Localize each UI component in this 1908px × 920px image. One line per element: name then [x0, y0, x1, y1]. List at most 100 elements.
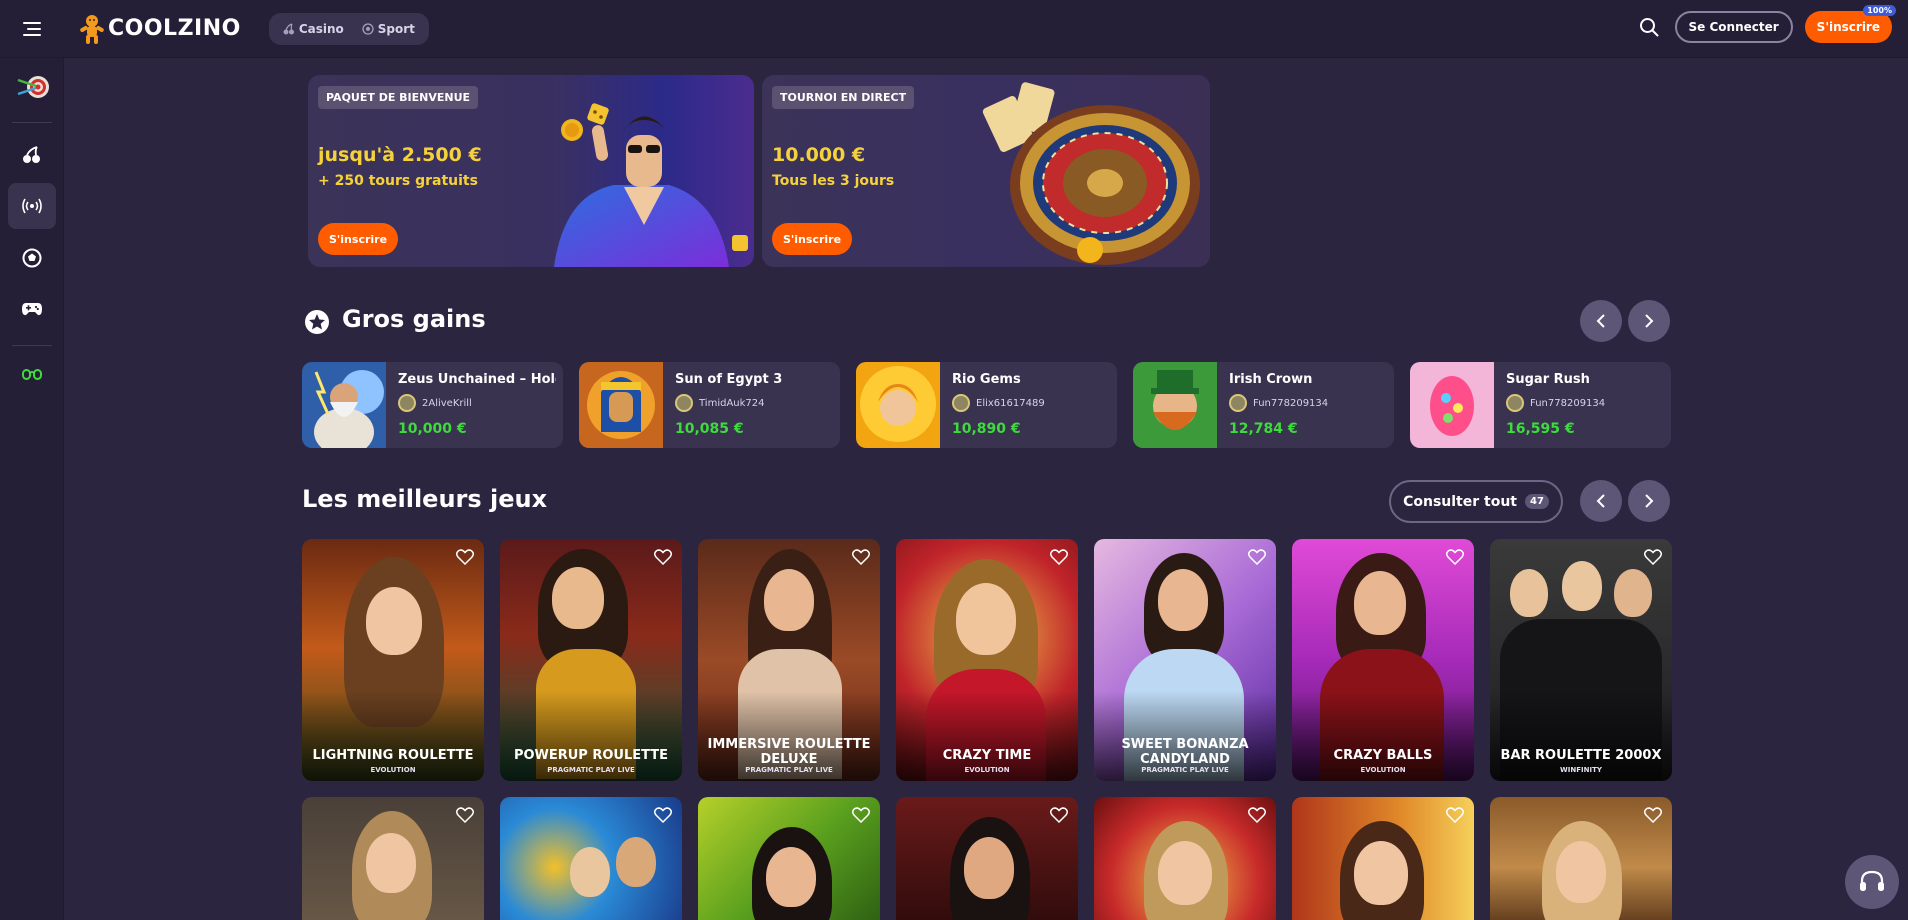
game-tile[interactable]: CRAZY BALLS EVOLUTION — [1292, 539, 1474, 781]
game-tile[interactable] — [1292, 797, 1474, 920]
cherries-icon — [23, 146, 40, 163]
promo-card-welcome[interactable]: PAQUET DE BIENVENUE jusqu'à 2.500 € + 25… — [308, 75, 754, 267]
heart-icon[interactable] — [1050, 807, 1068, 823]
promo-welcome-illustration — [554, 103, 748, 267]
game-provider: EVOLUTION — [1360, 766, 1406, 774]
top-games-prev-button[interactable] — [1580, 480, 1622, 522]
big-win-card[interactable]: Sun of Egypt 3 TimidAuk724 10,085 € — [579, 362, 840, 448]
login-button[interactable]: Se Connecter — [1674, 11, 1793, 43]
heart-icon[interactable] — [1050, 549, 1068, 565]
sidebar-item-sport[interactable] — [8, 235, 56, 281]
nav-casino[interactable]: Casino — [277, 22, 350, 36]
brand-logo[interactable]: COOLZINO — [78, 14, 241, 44]
heart-icon[interactable] — [852, 807, 870, 823]
win-game-name: Irish Crown — [1229, 372, 1313, 387]
game-tile[interactable]: POWERUP ROULETTE PRAGMATIC PLAY LIVE — [500, 539, 682, 781]
view-all-count: 47 — [1524, 494, 1549, 509]
big-win-card[interactable]: Zeus Unchained – Hold & Win 2AliveKrill … — [302, 362, 563, 448]
chevron-right-icon — [1645, 494, 1654, 508]
big-wins-prev-button[interactable] — [1580, 300, 1622, 342]
heart-icon[interactable] — [456, 549, 474, 565]
game-name: POWERUP ROULETTE — [513, 748, 669, 763]
win-amount: 10,000 € — [398, 421, 467, 437]
game-name: CRAZY BALLS — [1333, 748, 1433, 763]
sidebar-item-live[interactable] — [8, 183, 56, 229]
brand-name: COOLZINO — [108, 16, 241, 41]
game-tile[interactable]: IMMERSIVE ROULETTE DELUXE PRAGMATIC PLAY… — [698, 539, 880, 781]
bonus-badge: 100% — [1863, 5, 1896, 16]
gingerbread-logo-icon — [80, 14, 104, 44]
win-game-name: Sun of Egypt 3 — [675, 372, 783, 387]
promo-card-tournament[interactable]: TOURNOI EN DIRECT 10.000 € Tous les 3 jo… — [762, 75, 1210, 267]
game-tile[interactable] — [500, 797, 682, 920]
promo-tag: PAQUET DE BIENVENUE — [318, 86, 479, 109]
user-avatar — [1506, 394, 1524, 412]
user-avatar — [675, 394, 693, 412]
chevron-left-icon — [1596, 314, 1605, 328]
heart-icon[interactable] — [456, 807, 474, 823]
win-username: 2AliveKrill — [422, 397, 472, 409]
win-amount: 10,890 € — [952, 421, 1021, 437]
top-games-title: Les meilleurs jeux — [302, 485, 548, 513]
big-win-card[interactable]: Rio Gems Elix61617489 10,890 € — [856, 362, 1117, 448]
game-provider: EVOLUTION — [964, 766, 1010, 774]
win-username: Elix61617489 — [976, 397, 1045, 409]
heart-icon[interactable] — [1644, 549, 1662, 565]
signup-button-label: S'inscrire — [1816, 20, 1880, 34]
heart-icon[interactable] — [654, 549, 672, 565]
game-name: CRAZY TIME — [942, 748, 1032, 763]
heart-icon[interactable] — [654, 807, 672, 823]
game-thumbnail — [579, 362, 663, 448]
view-all-button[interactable]: Consulter tout 47 — [1389, 480, 1563, 523]
sidebar-item-special[interactable] — [8, 351, 56, 397]
view-all-label: Consulter tout — [1403, 493, 1517, 510]
user-avatar — [1229, 394, 1247, 412]
glasses-icon — [22, 369, 42, 380]
support-chat-button[interactable] — [1845, 855, 1899, 909]
game-tile[interactable] — [1490, 797, 1672, 920]
heart-icon[interactable] — [1644, 807, 1662, 823]
sidebar-divider — [12, 122, 52, 123]
top-bar: COOLZINO Casino Sport Se Connecter S'ins… — [0, 0, 1908, 58]
promo-signup-button[interactable]: S'inscrire — [318, 223, 399, 255]
win-username: Fun778209134 — [1530, 397, 1606, 409]
live-broadcast-icon — [22, 198, 42, 214]
game-tile[interactable]: BAR ROULETTE 2000X WINFINITY — [1490, 539, 1672, 781]
top-nav: Casino Sport — [268, 12, 429, 45]
sidebar-divider — [12, 345, 52, 346]
heart-icon[interactable] — [1446, 549, 1464, 565]
game-tile[interactable] — [896, 797, 1078, 920]
game-tile[interactable]: CRAZY TIME EVOLUTION — [896, 539, 1078, 781]
nav-sport[interactable]: Sport — [356, 22, 421, 36]
top-games-next-button[interactable] — [1628, 480, 1670, 522]
game-provider: PRAGMATIC PLAY LIVE — [1141, 766, 1229, 774]
heart-icon[interactable] — [1446, 807, 1464, 823]
big-win-card[interactable]: Irish Crown Fun778209134 12,784 € — [1133, 362, 1394, 448]
sidebar-item-promotions[interactable] — [8, 64, 56, 110]
win-amount: 10,085 € — [675, 421, 744, 437]
chevron-left-icon — [1596, 494, 1605, 508]
promo-signup-button[interactable]: S'inscrire — [772, 223, 853, 255]
menu-toggle-button[interactable] — [0, 0, 64, 58]
game-tile[interactable]: LIGHTNING ROULETTE EVOLUTION — [302, 539, 484, 781]
big-wins-title: Gros gains — [342, 305, 486, 333]
sidebar-item-games[interactable] — [8, 286, 56, 332]
signup-button[interactable]: S'inscrire 100% — [1804, 5, 1896, 43]
user-avatar — [398, 394, 416, 412]
sidebar-item-casino[interactable] — [8, 132, 56, 178]
game-provider: PRAGMATIC PLAY LIVE — [547, 766, 635, 774]
heart-icon[interactable] — [1248, 549, 1266, 565]
game-tile[interactable] — [302, 797, 484, 920]
heart-icon[interactable] — [852, 549, 870, 565]
darts-icon — [17, 76, 49, 98]
big-win-card[interactable]: Sugar Rush Fun778209134 16,595 € — [1410, 362, 1671, 448]
big-wins-next-button[interactable] — [1628, 300, 1670, 342]
search-button[interactable] — [1635, 11, 1663, 43]
game-tile[interactable] — [698, 797, 880, 920]
game-name: LIGHTNING ROULETTE — [312, 748, 474, 763]
game-tile[interactable] — [1094, 797, 1276, 920]
cherries-icon — [283, 22, 294, 34]
win-amount: 12,784 € — [1229, 421, 1298, 437]
heart-icon[interactable] — [1248, 807, 1266, 823]
game-tile[interactable]: SWEET BONANZA CANDYLAND PRAGMATIC PLAY L… — [1094, 539, 1276, 781]
